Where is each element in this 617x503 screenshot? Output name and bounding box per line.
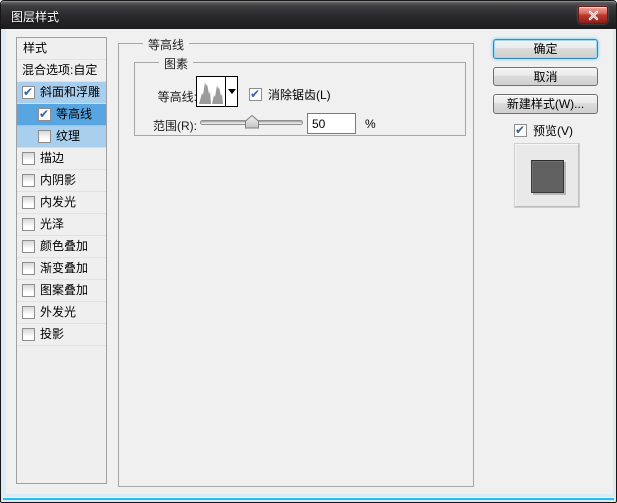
style-list-item-4[interactable]: 描边 [17, 148, 106, 170]
antialias-field: 消除锯齿(L) [249, 84, 331, 106]
style-list-item-10[interactable]: 图案叠加 [17, 280, 106, 302]
style-item-label: 外发光 [40, 305, 77, 319]
style-item-label: 纹理 [56, 129, 81, 143]
style-list-item-1[interactable]: 斜面和浮雕 [17, 82, 106, 104]
style-list-item-2[interactable]: 等高线 [17, 104, 106, 126]
dialog-body: 样式 混合选项:自定斜面和浮雕等高线纹理描边内阴影内发光光泽颜色叠加渐变叠加图案… [6, 29, 613, 494]
style-list-item-3[interactable]: 纹理 [17, 126, 106, 148]
styles-list-items: 混合选项:自定斜面和浮雕等高线纹理描边内阴影内发光光泽颜色叠加渐变叠加图案叠加外… [17, 60, 106, 346]
contour-groupbox: 等高线 图素 等高线: ✔ 消除锯齿(L) 范围(R): 50 % [118, 36, 474, 487]
style-item-label: 混合选项:自定 [22, 63, 98, 77]
style-item-checkbox[interactable] [22, 218, 35, 231]
contour-preview-icon [197, 77, 225, 106]
style-preview-tile [514, 143, 580, 208]
style-item-checkbox[interactable] [22, 306, 35, 319]
close-button[interactable] [578, 6, 608, 24]
contour-group-title: 等高线 [143, 36, 190, 53]
style-item-label: 投影 [40, 327, 65, 341]
style-item-label: 渐变叠加 [40, 261, 89, 275]
range-input[interactable] [307, 113, 356, 134]
antialias-label: 消除锯齿(L) [268, 88, 331, 102]
titlebar: 图层样式 [1, 1, 616, 29]
style-list-item-7[interactable]: 光泽 [17, 214, 106, 236]
contour-picker[interactable] [196, 76, 238, 107]
style-preview-swatch [531, 160, 564, 193]
style-list-item-12[interactable]: 投影 [17, 324, 106, 346]
style-item-checkbox[interactable] [38, 130, 51, 143]
style-item-checkbox[interactable] [22, 82, 35, 104]
cancel-button[interactable]: 取消 [493, 67, 598, 86]
preview-checkbox[interactable] [514, 120, 527, 142]
elements-group-title: 图素 [159, 55, 194, 72]
styles-list-header: 样式 [17, 38, 106, 60]
window-title: 图层样式 [11, 10, 60, 24]
style-item-label: 描边 [40, 151, 65, 165]
style-list-item-11[interactable]: 外发光 [17, 302, 106, 324]
preview-label: 预览(V) [533, 124, 573, 138]
style-item-checkbox[interactable] [22, 174, 35, 187]
range-field-label: 范围(R): [153, 119, 197, 133]
style-item-checkbox[interactable] [22, 284, 35, 297]
style-item-checkbox[interactable] [22, 196, 35, 209]
style-item-checkbox[interactable] [22, 262, 35, 275]
ok-button[interactable]: 确定 [493, 39, 598, 59]
range-unit-label: % [365, 117, 376, 131]
style-item-label: 图案叠加 [40, 283, 89, 297]
style-list-item-0[interactable]: 混合选项:自定 [17, 60, 106, 82]
style-item-label: 等高线 [56, 107, 93, 121]
layer-style-dialog: 图层样式 样式 混合选项:自定斜面和浮雕等高线纹理描边内阴影内发光光泽颜色叠加渐… [0, 0, 617, 503]
style-list-item-8[interactable]: 颜色叠加 [17, 236, 106, 258]
style-item-label: 光泽 [40, 217, 65, 231]
style-list-item-9[interactable]: 渐变叠加 [17, 258, 106, 280]
style-item-label: 颜色叠加 [40, 239, 89, 253]
contour-field-label: 等高线: [157, 90, 197, 104]
chevron-down-icon [228, 89, 236, 94]
new-style-button[interactable]: 新建样式(W)... [493, 94, 598, 114]
preview-field: 预览(V) [514, 120, 573, 142]
range-slider-thumb[interactable] [244, 114, 259, 129]
style-item-checkbox[interactable] [38, 104, 51, 126]
styles-list: 样式 混合选项:自定斜面和浮雕等高线纹理描边内阴影内发光光泽颜色叠加渐变叠加图案… [16, 37, 107, 484]
contour-dropdown-button[interactable] [225, 77, 237, 106]
style-list-item-6[interactable]: 内发光 [17, 192, 106, 214]
style-item-label: 内发光 [40, 195, 77, 209]
styles-list-header-label: 样式 [23, 41, 48, 55]
style-item-checkbox[interactable] [22, 328, 35, 341]
style-item-label: 斜面和浮雕 [40, 85, 101, 99]
style-list-item-5[interactable]: 内阴影 [17, 170, 106, 192]
style-item-label: 内阴影 [40, 173, 77, 187]
style-item-checkbox[interactable] [22, 152, 35, 165]
style-item-checkbox[interactable] [22, 240, 35, 253]
elements-groupbox: 图素 等高线: ✔ 消除锯齿(L) 范围(R): 50 % [134, 55, 466, 136]
antialias-checkbox[interactable] [249, 84, 262, 106]
